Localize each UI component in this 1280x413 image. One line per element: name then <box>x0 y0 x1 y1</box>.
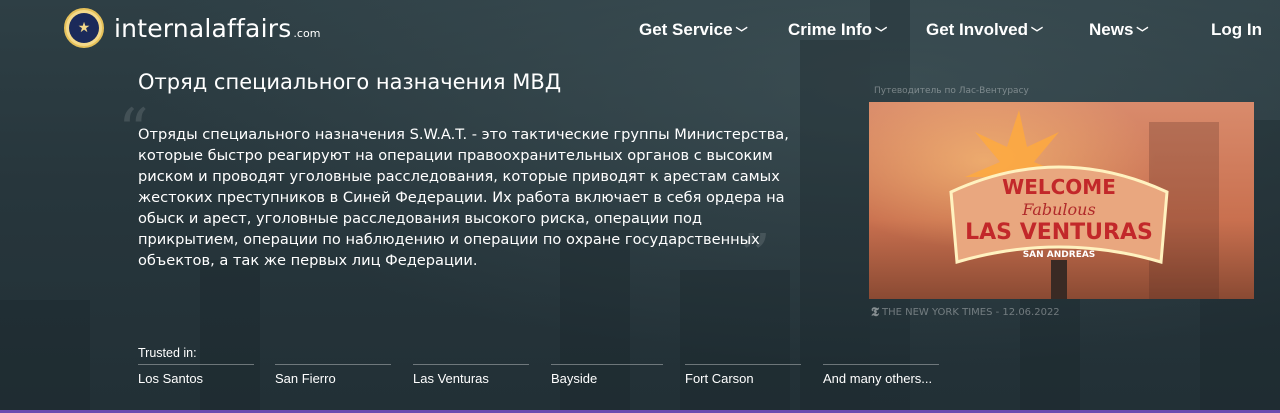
trusted-city: Fort Carson <box>685 364 801 386</box>
sign-city-text: LAS VENTURAS <box>965 220 1153 245</box>
nav-get-involved-label: Get Involved <box>926 20 1029 39</box>
trusted-city-name: Las Venturas <box>413 371 489 386</box>
trusted-city: San Fierro <box>275 364 391 386</box>
sign-welcome-text: WELCOME <box>1002 175 1116 199</box>
trusted-city-name: San Fierro <box>275 371 336 386</box>
welcome-sign-illustration: WELCOME Fabulous LAS VENTURAS SAN ANDREA… <box>949 110 1219 299</box>
chevron-down-icon: ﹀ <box>1136 26 1149 40</box>
nav-get-service[interactable]: Get Service ﹀ <box>639 20 748 40</box>
main-nav: Get Service ﹀ Crime Info ﹀ Get Involved ﹀ N… <box>0 20 1280 44</box>
nav-crime-info[interactable]: Crime Info ﹀ <box>788 20 887 40</box>
chevron-down-icon: ﹀ <box>875 26 888 40</box>
photo-caption: Путеводитель по Лас-Вентурасу <box>874 86 1029 96</box>
nav-crime-info-label: Crime Info <box>788 20 873 39</box>
login-link[interactable]: Log In <box>1211 20 1262 40</box>
nav-get-service-label: Get Service <box>639 20 733 39</box>
nav-get-involved[interactable]: Get Involved ﹀ <box>926 20 1043 40</box>
nav-news[interactable]: News ﹀ <box>1089 20 1148 40</box>
sign-state-text: SAN ANDREAS <box>1023 250 1096 260</box>
trusted-city-name: Los Santos <box>138 371 204 386</box>
chevron-down-icon: ﹀ <box>735 26 748 40</box>
close-quote-icon: ” <box>740 222 771 292</box>
las-venturas-sign-photo[interactable]: WELCOME Fabulous LAS VENTURAS SAN ANDREA… <box>869 102 1254 299</box>
trusted-city: Bayside <box>551 364 663 386</box>
page: ★ internalaffairs .com Get Service ﹀ Crim… <box>0 0 1280 413</box>
nyt-logo-icon: 𝕿 <box>871 305 879 320</box>
trusted-label: Trusted in: <box>138 346 197 360</box>
sign-fabulous-text: Fabulous <box>1021 200 1095 219</box>
photo-credit: 𝕿 THE NEW YORK TIMES - 12.06.2022 <box>871 305 1060 320</box>
trusted-city-name: Fort Carson <box>685 371 754 386</box>
trusted-city: And many others... <box>823 364 939 386</box>
trusted-city: Las Venturas <box>413 364 529 386</box>
trusted-city-name: And many others... <box>823 371 933 386</box>
nav-news-label: News <box>1089 20 1134 39</box>
login-label: Log In <box>1211 20 1262 39</box>
page-title: Отряд специального назначения МВД <box>138 70 562 94</box>
description-text: Отряды специального назначения S.W.A.T. … <box>138 126 789 269</box>
trusted-city: Los Santos <box>138 364 254 386</box>
chevron-down-icon: ﹀ <box>1031 26 1044 40</box>
photo-credit-text: THE NEW YORK TIMES - 12.06.2022 <box>881 307 1060 318</box>
trusted-city-name: Bayside <box>551 371 598 386</box>
